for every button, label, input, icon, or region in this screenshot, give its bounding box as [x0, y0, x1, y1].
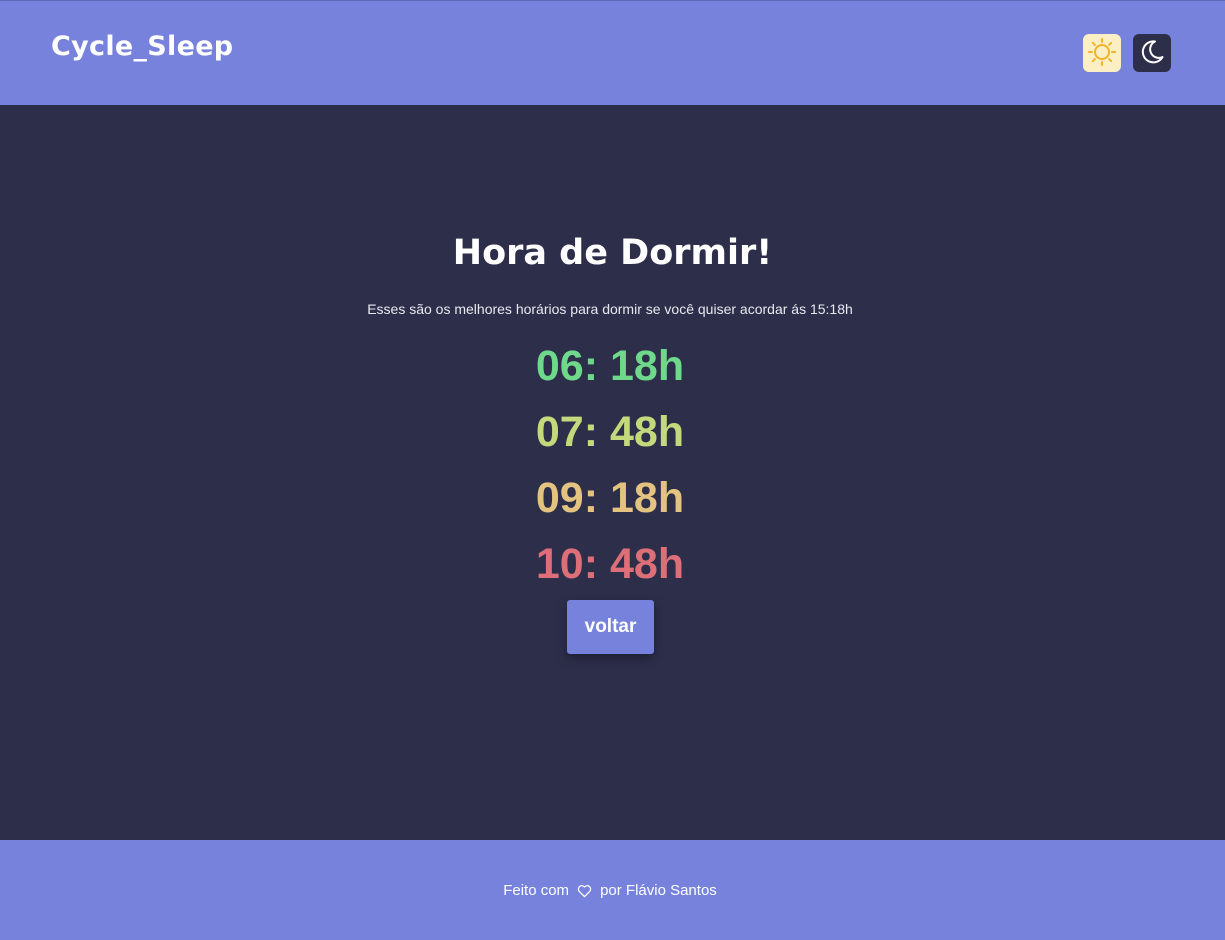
sleep-times-list: 06: 18h 07: 48h 09: 18h 10: 48h — [0, 333, 1220, 597]
sleep-time-item: 10: 48h — [535, 540, 685, 588]
heart-icon — [577, 884, 592, 898]
page-title: Hora de Dormir! — [452, 233, 773, 273]
footer-credit: Feito com por Flávio Santos — [0, 882, 1220, 899]
back-button[interactable]: voltar — [567, 600, 654, 654]
header: Cycle_Sleep — [0, 1, 1225, 105]
sun-icon — [1087, 37, 1117, 70]
light-theme-button[interactable] — [1083, 34, 1121, 72]
footer-made-with: Feito com — [503, 882, 570, 899]
main-content: Hora de Dormir! Esses são os melhores ho… — [0, 105, 1225, 840]
footer-author: por Flávio Santos — [600, 882, 717, 899]
moon-icon — [1138, 38, 1166, 69]
brand-title[interactable]: Cycle_Sleep — [51, 31, 233, 62]
sleep-time-item: 09: 18h — [535, 474, 685, 522]
footer: Feito com por Flávio Santos — [0, 840, 1225, 940]
page-subtitle: Esses são os melhores horários para dorm… — [367, 301, 853, 317]
sleep-time-item: 07: 48h — [535, 408, 685, 456]
dark-theme-button[interactable] — [1133, 34, 1171, 72]
sleep-time-item: 06: 18h — [535, 342, 685, 390]
